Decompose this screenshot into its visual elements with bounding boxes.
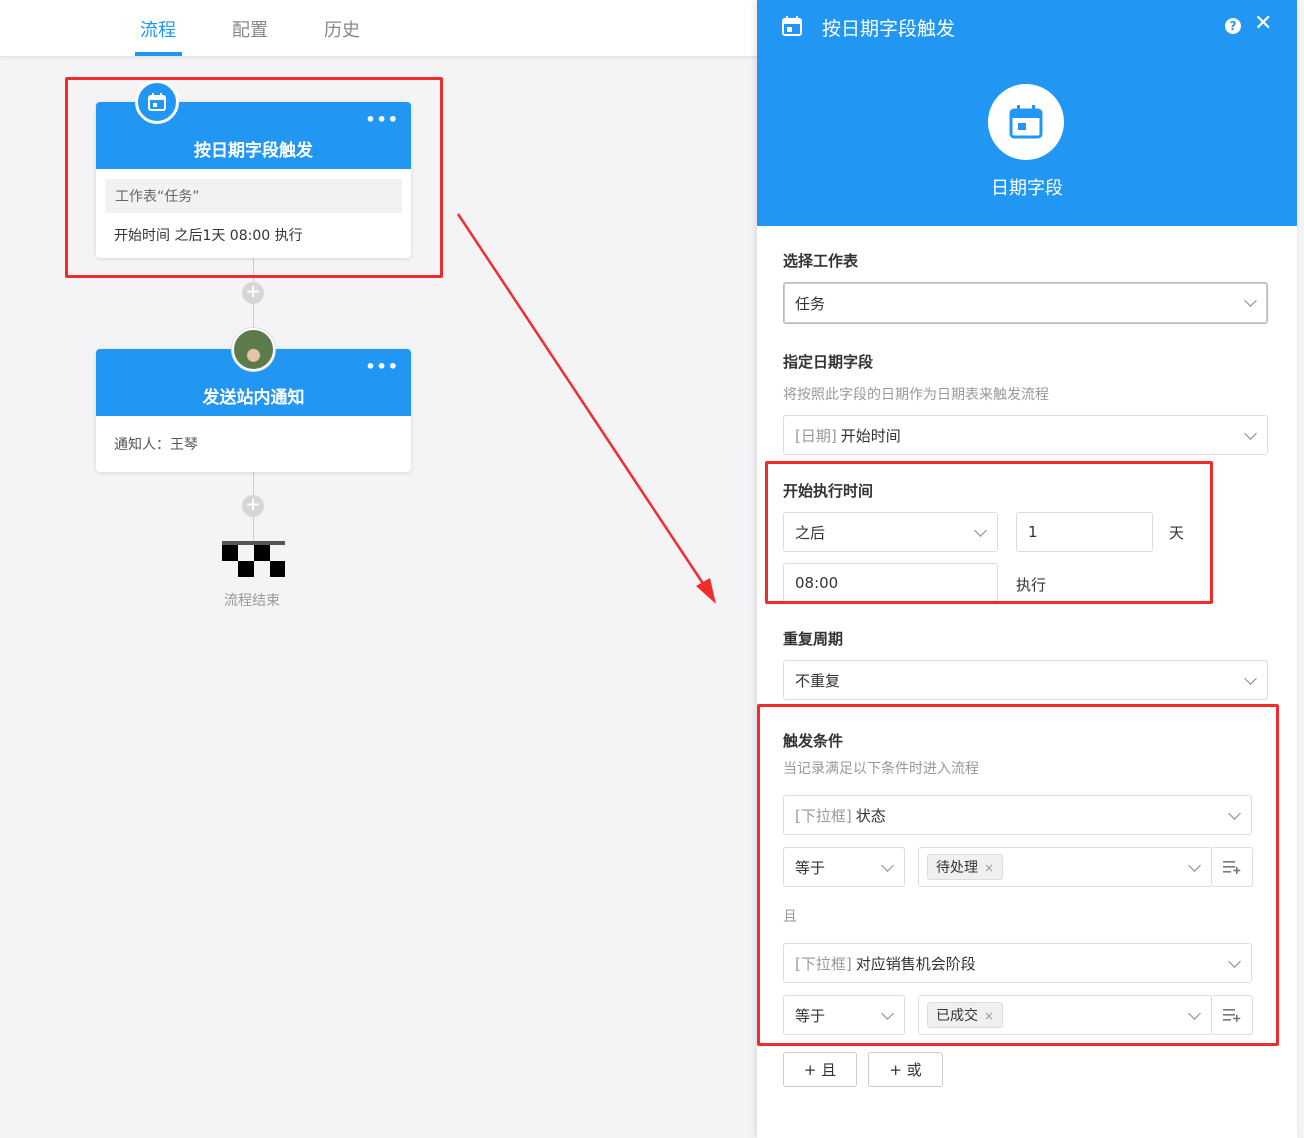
condition-field-value: 对应销售机会阶段 [855, 954, 976, 973]
offset-amount-input[interactable]: 1 [1016, 512, 1153, 552]
field-type-prefix: [下拉框] [795, 954, 852, 973]
direction-select[interactable]: 之后 [783, 512, 998, 552]
date-field-value: 开始时间 [840, 426, 901, 445]
chevron-down-icon [1188, 1007, 1201, 1020]
time-input[interactable]: 08:00 [783, 563, 998, 603]
chevron-down-icon [974, 524, 987, 537]
condition-join-and: 且 [783, 909, 797, 925]
chevron-down-icon [1188, 859, 1201, 872]
field-type-prefix: [下拉框] [795, 806, 852, 825]
chevron-down-icon [881, 859, 894, 872]
node-type-caption: 日期字段 [991, 178, 1063, 199]
list-add-icon[interactable] [1212, 995, 1253, 1035]
operator-value: 等于 [795, 1006, 826, 1025]
condition-hint: 当记录满足以下条件时进入流程 [783, 761, 979, 777]
value-tag-text: 已成交 [936, 1008, 978, 1024]
condition-operator-select[interactable]: 等于 [783, 995, 905, 1035]
chevron-down-icon [1244, 294, 1257, 307]
help-icon[interactable]: ? [1225, 18, 1241, 34]
condition-field-select[interactable]: [下拉框] 对应销售机会阶段 [783, 943, 1252, 983]
date-field-select[interactable]: [日期] 开始时间 [783, 415, 1268, 455]
chevron-down-icon [1228, 807, 1241, 820]
condition-value-select[interactable]: 已成交 × [918, 995, 1212, 1035]
date-field-label: 指定日期字段 [783, 353, 874, 371]
worksheet-value: 任务 [795, 294, 826, 313]
chevron-down-icon [881, 1007, 894, 1020]
worksheet-label: 选择工作表 [783, 252, 859, 270]
remove-tag-icon[interactable]: × [984, 1009, 994, 1023]
repeat-value: 不重复 [795, 671, 841, 690]
direction-value: 之后 [795, 523, 826, 542]
repeat-label: 重复周期 [783, 630, 844, 648]
add-or-condition-button[interactable]: + 或 [868, 1052, 943, 1087]
chevron-down-icon [1228, 955, 1241, 968]
panel-title: 按日期字段触发 [822, 18, 956, 40]
start-time-label: 开始执行时间 [783, 482, 874, 500]
add-and-condition-button[interactable]: + 且 [783, 1052, 857, 1087]
list-add-icon[interactable] [1212, 847, 1253, 887]
annotation-arrow [456, 213, 716, 604]
condition-field-select[interactable]: [下拉框] 状态 [783, 795, 1252, 835]
value-tag: 待处理 × [927, 854, 1004, 880]
remove-tag-icon[interactable]: × [984, 861, 994, 875]
offset-unit: 天 [1169, 524, 1185, 542]
trigger-config-panel: 按日期字段触发 ? ✕ 日期字段 选择工作表 任务 指定日期字段 将按照此字段的… [757, 0, 1297, 1138]
chevron-down-icon [1244, 427, 1257, 440]
panel-header: 按日期字段触发 ? ✕ 日期字段 [757, 0, 1297, 226]
condition-label: 触发条件 [783, 732, 844, 750]
field-type-prefix: [日期] [795, 426, 837, 445]
repeat-select[interactable]: 不重复 [783, 660, 1268, 700]
condition-field-value: 状态 [855, 806, 886, 825]
date-field-hint: 将按照此字段的日期作为日期表来触发流程 [783, 387, 1049, 403]
calendar-icon [988, 84, 1064, 160]
condition-operator-select[interactable]: 等于 [783, 847, 905, 887]
chevron-down-icon [1244, 672, 1257, 685]
operator-value: 等于 [795, 858, 826, 877]
condition-value-select[interactable]: 待处理 × [918, 847, 1212, 887]
worksheet-select[interactable]: 任务 [783, 282, 1268, 324]
close-icon[interactable]: ✕ [1254, 11, 1272, 36]
calendar-icon [781, 15, 803, 41]
value-tag: 已成交 × [927, 1002, 1004, 1028]
execute-label: 执行 [1016, 576, 1047, 594]
value-tag-text: 待处理 [936, 860, 978, 876]
